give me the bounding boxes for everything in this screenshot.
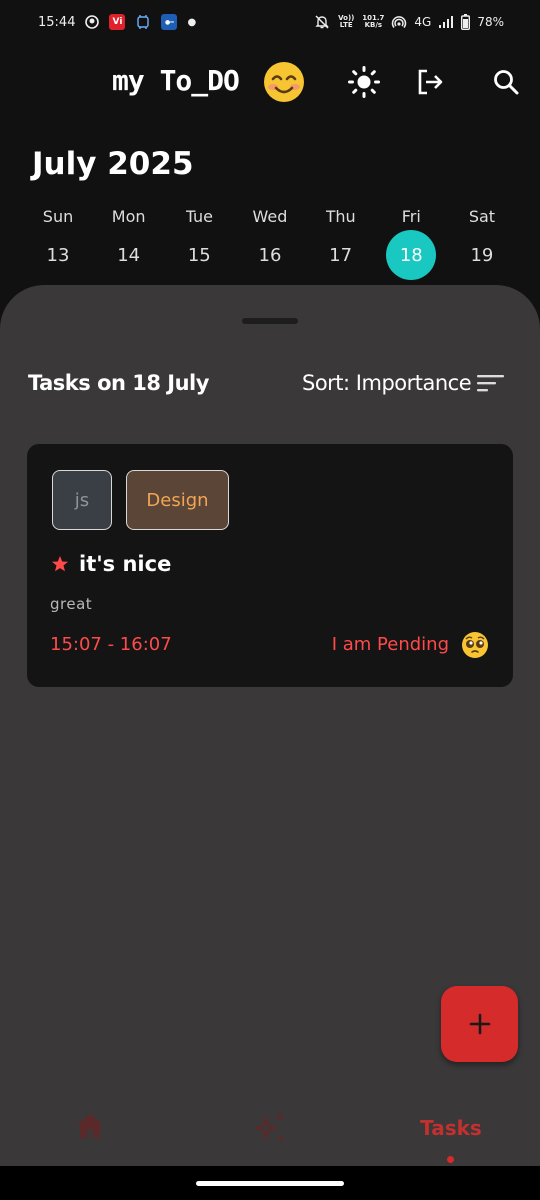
day-number: 14 <box>117 244 141 266</box>
signal-icon <box>438 15 454 29</box>
tag-chip[interactable]: Design <box>126 470 229 530</box>
hotspot-icon <box>391 14 407 30</box>
task-time-range: 15:07 - 16:07 <box>50 634 172 655</box>
sort-icon <box>477 375 505 392</box>
task-title: it's nice <box>79 552 172 576</box>
more-notifications-dot: ● <box>187 16 197 28</box>
star-icon <box>52 556 68 572</box>
day-sat[interactable]: Sat 19 <box>457 204 507 280</box>
logout-icon <box>418 69 443 95</box>
notification-app-icon <box>85 15 100 29</box>
day-name: Fri <box>401 207 421 226</box>
task-description: great <box>50 595 93 613</box>
nav-tasks[interactable]: Tasks <box>418 1108 484 1148</box>
day-number: 17 <box>329 244 353 266</box>
bottom-nav: Tasks <box>0 1096 540 1166</box>
notification-app-icon-2 <box>135 14 151 30</box>
pleading-face-icon <box>461 631 489 659</box>
day-name: Wed <box>252 207 288 226</box>
gesture-nav-area <box>0 1166 540 1200</box>
day-number: 13 <box>46 244 70 266</box>
selected-day-number: 18 <box>386 230 437 280</box>
network-type: 4G <box>414 15 432 29</box>
day-fri-selected[interactable]: Fri 18 <box>386 204 437 280</box>
mute-icon <box>314 14 330 30</box>
search-button[interactable] <box>488 64 524 100</box>
app-title: my To_DO <box>112 64 240 97</box>
day-tue[interactable]: Tue 15 <box>174 204 224 280</box>
day-name: Sat <box>468 207 496 226</box>
nav-home[interactable] <box>72 1108 108 1144</box>
sort-button[interactable]: Sort: Importance <box>302 371 505 395</box>
sheet-drag-handle[interactable] <box>242 318 298 324</box>
theme-toggle-button[interactable] <box>346 64 382 100</box>
tasks-sheet <box>0 285 540 1200</box>
day-thu[interactable]: Thu 17 <box>316 204 366 280</box>
app-bar: my To_DO <box>0 54 540 114</box>
smiling-face-icon <box>262 60 306 104</box>
status-time: 15:44 <box>38 14 76 30</box>
home-icon <box>77 1114 103 1138</box>
day-mon[interactable]: Mon 14 <box>104 204 154 280</box>
task-card[interactable]: js Design it's nice great 15:07 - 16:07 … <box>27 444 513 687</box>
sun-icon <box>348 66 380 98</box>
month-label: July 2025 <box>32 146 194 182</box>
tag-chip[interactable]: js <box>52 470 112 530</box>
tasks-heading: Tasks on 18 July <box>28 371 209 395</box>
week-strip: Sun 13 Mon 14 Tue 15 Wed 16 Thu 17 Fri 1… <box>33 204 507 280</box>
status-bar: 15:44 Vi ●━ ● Vo)) LTE 101.7 KB/s 4G 78% <box>0 0 540 44</box>
day-name: Mon <box>111 207 146 226</box>
plus-icon <box>469 1013 490 1035</box>
day-name: Tue <box>185 207 213 226</box>
add-task-button[interactable] <box>441 986 518 1062</box>
active-nav-indicator <box>447 1156 454 1163</box>
battery-icon <box>461 14 471 30</box>
day-number: 15 <box>187 244 211 266</box>
sparkles-icon <box>254 1112 285 1142</box>
notification-app-icon-3: ●━ <box>161 14 178 30</box>
network-speed: 101.7 KB/s <box>362 15 384 29</box>
day-wed[interactable]: Wed 16 <box>245 204 295 280</box>
search-icon <box>494 70 519 95</box>
nav-tasks-label: Tasks <box>420 1116 482 1140</box>
vi-app-icon: Vi <box>109 14 126 30</box>
day-number: 16 <box>258 244 282 266</box>
sort-label: Sort: Importance <box>302 371 472 395</box>
day-sun[interactable]: Sun 13 <box>33 204 83 280</box>
network-speed-unit: KB/s <box>364 21 383 29</box>
day-number: 19 <box>470 244 494 266</box>
nav-sparkles[interactable] <box>250 1108 290 1148</box>
battery-percent: 78% <box>477 15 504 29</box>
volte-indicator: Vo)) LTE <box>338 14 355 29</box>
logout-button[interactable] <box>412 64 448 100</box>
day-name: Thu <box>325 207 356 226</box>
home-gesture-pill[interactable] <box>196 1181 344 1186</box>
task-status: I am Pending <box>331 634 449 655</box>
day-name: Sun <box>42 207 74 226</box>
task-title-row: it's nice <box>51 552 171 576</box>
